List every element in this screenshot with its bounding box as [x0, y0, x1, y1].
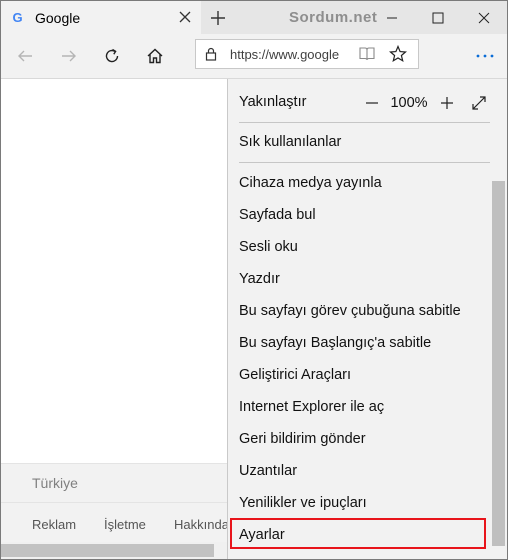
footer-link-business[interactable]: İşletme — [104, 517, 146, 532]
menu-divider — [239, 122, 491, 123]
refresh-icon[interactable] — [98, 42, 126, 70]
tab-google[interactable]: G Google — [1, 1, 201, 34]
zoom-in-icon[interactable] — [436, 89, 458, 117]
menu-item-open-ie[interactable]: Internet Explorer ile aç — [239, 392, 384, 422]
lock-icon — [205, 47, 217, 66]
footer-link-ads[interactable]: Reklam — [32, 517, 76, 532]
menu-divider — [239, 162, 491, 163]
minimize-icon[interactable] — [369, 1, 415, 34]
more-icon[interactable] — [471, 42, 499, 70]
navigation-bar: https://www.google — [1, 34, 507, 79]
footer-links-bar: Reklam İşletme Hakkında — [1, 502, 231, 543]
window-close-icon[interactable] — [461, 1, 507, 34]
footer-link-about[interactable]: Hakkında — [174, 517, 229, 532]
zoom-value: 100% — [390, 95, 428, 111]
google-favicon-icon: G — [12, 10, 23, 25]
reading-view-icon[interactable] — [358, 46, 376, 67]
home-icon[interactable] — [141, 42, 169, 70]
new-tab-icon[interactable] — [207, 7, 229, 29]
settings-highlight-box — [230, 518, 486, 549]
menu-item-send-feedback[interactable]: Geri bildirim gönder — [239, 424, 366, 454]
maximize-icon[interactable] — [415, 1, 461, 34]
browser-window: G Google Sordum.net https://www.google T… — [0, 0, 508, 560]
menu-item-whats-new[interactable]: Yenilikler ve ipuçları — [239, 488, 367, 518]
menu-item-read-aloud[interactable]: Sesli oku — [239, 232, 298, 262]
address-bar[interactable]: https://www.google — [195, 39, 419, 69]
menu-item-developer-tools[interactable]: Geliştirici Araçları — [239, 360, 351, 390]
zoom-out-icon[interactable] — [361, 89, 383, 117]
footer-country: Türkiye — [32, 475, 78, 491]
menu-item-find-on-page[interactable]: Sayfada bul — [239, 200, 316, 230]
watermark-text: Sordum.net — [289, 9, 378, 26]
menu-item-extensions[interactable]: Uzantılar — [239, 456, 297, 486]
url-text[interactable]: https://www.google — [230, 47, 350, 62]
menu-item-favorites[interactable]: Sık kullanılanlar — [239, 127, 341, 157]
horizontal-scrollbar[interactable] — [1, 542, 231, 559]
forward-icon[interactable] — [55, 42, 83, 70]
menu-item-pin-start[interactable]: Bu sayfayı Başlangıç'a sabitle — [239, 328, 431, 358]
back-icon[interactable] — [11, 42, 39, 70]
settings-menu: Yakınlaştır 100% Sık kullanılanlar Cihaz… — [227, 79, 507, 559]
fullscreen-icon[interactable] — [467, 89, 491, 117]
title-bar: G Google Sordum.net — [1, 1, 507, 34]
footer-country-bar: Türkiye — [1, 463, 231, 502]
menu-scrollbar-thumb[interactable] — [492, 181, 505, 546]
menu-item-cast-media[interactable]: Cihaza medya yayınla — [239, 168, 382, 198]
close-icon[interactable] — [177, 9, 193, 25]
favorite-star-icon[interactable] — [389, 44, 407, 68]
menu-item-print[interactable]: Yazdır — [239, 264, 280, 294]
menu-vertical-scrollbar[interactable] — [490, 79, 506, 559]
tab-title: Google — [35, 9, 81, 26]
zoom-label: Yakınlaştır — [239, 94, 307, 110]
horizontal-scrollbar-thumb[interactable] — [1, 544, 214, 557]
menu-item-pin-taskbar[interactable]: Bu sayfayı görev çubuğuna sabitle — [239, 296, 461, 326]
